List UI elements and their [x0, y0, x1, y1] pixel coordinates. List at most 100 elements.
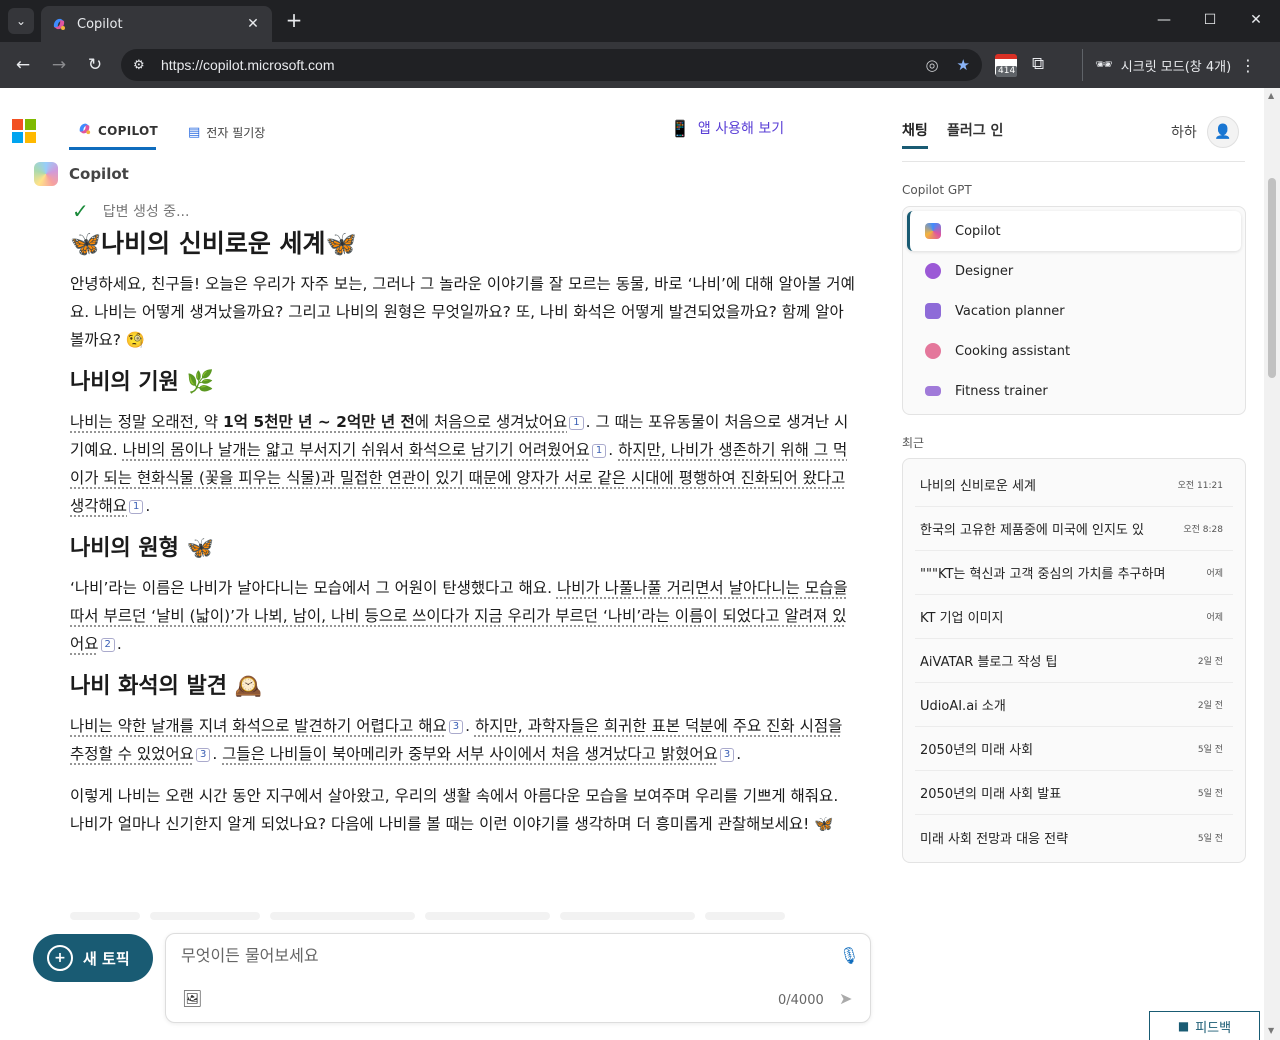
- browser-tab[interactable]: Copilot ✕: [41, 6, 272, 42]
- tab-chat[interactable]: 채팅: [902, 120, 928, 149]
- scroll-down-icon[interactable]: ▼: [1268, 1026, 1274, 1035]
- closing-paragraph: 이렇게 나비는 오랜 시간 동안 지구에서 살아왔고, 우리의 생활 속에서 아…: [70, 787, 839, 833]
- gpt-item-vacation-planner[interactable]: Vacation planner: [907, 291, 1241, 331]
- checkmark-icon: ✓: [72, 199, 89, 223]
- recent-chat-item[interactable]: 2050년의 미래 사회 발표 5일 전: [915, 771, 1233, 815]
- incognito-indicator[interactable]: 🕶 시크릿 모드(창 4개): [1082, 49, 1231, 81]
- gpt-item-label: Designer: [955, 263, 1014, 279]
- fossil-separator: .: [212, 745, 223, 763]
- window-maximize-button[interactable]: ☐: [1187, 0, 1233, 40]
- window-minimize-button[interactable]: —: [1141, 0, 1187, 40]
- forward-arrow-icon[interactable]: →: [45, 51, 73, 79]
- fossil-sentence-4[interactable]: 그들은 나비들이 북아메리카 중부와 서부 사이에서 처음 생겨났다고 밝혔어요: [222, 745, 718, 763]
- section-fossil-heading: 나비 화석의 발견 🕰️: [70, 674, 263, 699]
- back-arrow-icon[interactable]: ←: [9, 51, 37, 79]
- section-origin-paragraph: 나비는 정말 오래전, 약 1억 5천만 년 ~ 2억만 년 전에 처음으로 생…: [70, 408, 856, 520]
- recent-chat-item[interactable]: KT 기업 이미지 어제: [915, 595, 1233, 639]
- calendar-badge: 414: [996, 66, 1018, 77]
- scroll-thumb[interactable]: [1268, 178, 1276, 378]
- citation-3[interactable]: 3: [448, 720, 464, 734]
- answer-title: 🦋나비의 신비로운 세계🦋: [70, 229, 357, 258]
- recent-chat-time: 2일 전: [1197, 701, 1223, 711]
- microphone-icon[interactable]: 🎙: [839, 946, 859, 965]
- recent-chat-item[interactable]: 2050년의 미래 사회 5일 전: [915, 727, 1233, 771]
- origin-sentence-1c[interactable]: 에 처음으로 생겨났어요: [415, 413, 567, 431]
- tab-close-icon[interactable]: ✕: [244, 16, 262, 32]
- gpt-item-label: Copilot: [955, 223, 1001, 239]
- faded-suggestions: [70, 912, 830, 922]
- intro-paragraph: 안녕하세요, 친구들! 오늘은 우리가 자주 보는, 그러나 그 놀라운 이야기…: [70, 275, 855, 349]
- tab-notebook[interactable]: ▤ 전자 필기장: [186, 114, 265, 150]
- url-text[interactable]: https://copilot.microsoft.com: [161, 57, 907, 73]
- section-origin-heading: 나비의 기원 🌿: [70, 370, 214, 395]
- browser-toolbar: ← → ↻ ⚙ https://copilot.microsoft.com ◎ …: [0, 42, 1280, 88]
- recent-chat-time: 오전 11:21: [1177, 481, 1223, 491]
- bookmark-star-icon[interactable]: ★: [957, 56, 970, 74]
- citation-3[interactable]: 3: [719, 748, 735, 762]
- origin-separator: .: [608, 441, 619, 459]
- scroll-up-icon[interactable]: ▲: [1268, 91, 1274, 100]
- gpt-item-designer[interactable]: Designer: [907, 251, 1241, 291]
- new-topic-button[interactable]: + 새 토픽: [33, 934, 153, 982]
- image-upload-icon[interactable]: 🖼: [182, 989, 202, 1008]
- origin-sentence-1a[interactable]: 나비는 정말 오래전, 약: [70, 413, 223, 431]
- new-tab-button[interactable]: +: [282, 9, 306, 33]
- bot-header: Copilot: [34, 162, 129, 186]
- incognito-icon: 🕶: [1095, 57, 1113, 73]
- status-text: 답변 생성 중...: [102, 204, 190, 220]
- site-info-icon[interactable]: ⚙: [133, 58, 149, 73]
- try-app-link[interactable]: 📱 앱 사용해 보기: [670, 118, 784, 138]
- dumbbell-icon: [925, 386, 941, 396]
- recent-chat-item[interactable]: """KT는 혁신과 고객 중심의 가치를 추구하며 어제: [915, 551, 1233, 595]
- gpt-list: Copilot Designer Vacation planner Cookin…: [902, 206, 1246, 415]
- browser-menu-icon[interactable]: ⋮: [1240, 56, 1256, 75]
- recent-chat-item[interactable]: UdioAI.ai 소개 2일 전: [915, 683, 1233, 727]
- user-avatar-icon[interactable]: 👤: [1207, 116, 1239, 148]
- citation-1[interactable]: 1: [129, 500, 144, 514]
- recent-chat-item[interactable]: 미래 사회 전망과 대응 전략 5일 전: [915, 815, 1233, 859]
- recent-chat-title: 2050년의 미래 사회: [920, 743, 1034, 758]
- recent-chat-title: UdioAI.ai 소개: [920, 699, 1006, 714]
- citation-1[interactable]: 1: [591, 444, 607, 458]
- tab-search-button[interactable]: ⌄: [8, 8, 34, 34]
- feedback-label: 피드백: [1195, 1020, 1232, 1036]
- tab-copilot[interactable]: COPILOT: [69, 114, 158, 150]
- page-scrollbar[interactable]: ▲ ▼: [1264, 88, 1280, 1040]
- user-name[interactable]: 하하: [1171, 122, 1197, 142]
- citation-1[interactable]: 1: [569, 416, 584, 430]
- period: .: [736, 745, 742, 763]
- window-close-button[interactable]: ✕: [1233, 0, 1279, 40]
- citation-3[interactable]: 3: [195, 748, 211, 762]
- gpt-item-copilot[interactable]: Copilot: [907, 211, 1241, 251]
- feedback-button[interactable]: ■ 피드백: [1149, 1011, 1260, 1040]
- tab-plugins[interactable]: 플러그 인: [947, 120, 1003, 140]
- gpt-item-label: Cooking assistant: [955, 343, 1071, 359]
- fossil-sentence-1[interactable]: 나비는 약한 날개를 지녀 화석으로 발견하기 어렵다고 해요: [70, 717, 447, 735]
- period: .: [145, 497, 151, 515]
- eye-off-icon[interactable]: ◎: [925, 56, 938, 74]
- citation-2[interactable]: 2: [100, 638, 115, 652]
- extensions-puzzle-icon[interactable]: ⧉: [1032, 54, 1044, 74]
- recent-chat-item[interactable]: AiVATAR 블로그 작성 팁 2일 전: [915, 639, 1233, 683]
- recent-chat-time: 어제: [1206, 569, 1223, 579]
- microsoft-logo-icon[interactable]: [12, 119, 36, 143]
- gpt-item-cooking-assistant[interactable]: Cooking assistant: [907, 331, 1241, 371]
- recent-chat-item[interactable]: 한국의 고유한 제품중에 미국에 인지도 있 오전 8:28: [915, 507, 1233, 551]
- prototype-sentence-1: ‘나비’라는 이름은 나비가 날아다니는 모습에서 그 어원이 탄생했다고 해요…: [70, 579, 557, 597]
- tab-copilot-label: COPILOT: [98, 123, 158, 138]
- gpt-item-fitness-trainer[interactable]: Fitness trainer: [907, 371, 1241, 411]
- gpt-section-label: Copilot GPT: [902, 183, 972, 197]
- origin-sentence-3[interactable]: 나비의 몸이나 날개는 얇고 부서지기 쉬워서 화석으로 남기기 어려웠어요: [123, 441, 590, 459]
- gpt-item-label: Vacation planner: [955, 303, 1065, 319]
- recent-chat-title: KT 기업 이미지: [920, 611, 1004, 626]
- recent-chat-title: AiVATAR 블로그 작성 팁: [920, 655, 1058, 670]
- generation-status: ✓ 답변 생성 중...: [72, 199, 189, 223]
- recent-chat-time: 어제: [1206, 613, 1223, 623]
- chat-input[interactable]: [181, 946, 821, 965]
- recent-chat-item[interactable]: 나비의 신비로운 세계 오전 11:21: [915, 463, 1233, 507]
- origin-date-range[interactable]: 1억 5천만 년 ~ 2억만 년 전: [223, 413, 415, 431]
- reload-icon[interactable]: ↻: [81, 51, 109, 79]
- copilot-logo-icon: [34, 162, 58, 186]
- address-bar[interactable]: ⚙ https://copilot.microsoft.com ◎ ★: [121, 49, 982, 81]
- send-icon[interactable]: ➤: [839, 989, 852, 1008]
